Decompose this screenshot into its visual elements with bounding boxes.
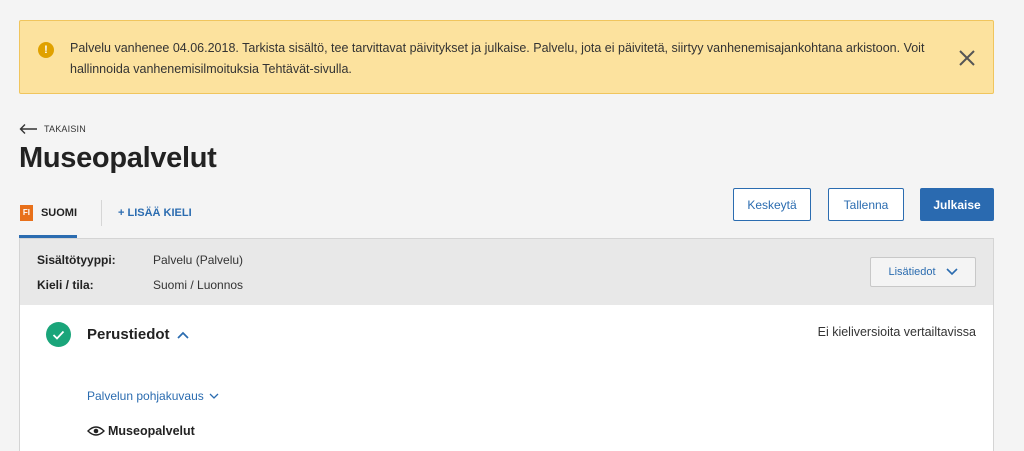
expiry-alert: ! Palvelu vanhenee 04.06.2018. Tarkista … bbox=[19, 20, 994, 94]
eye-icon bbox=[87, 426, 105, 436]
save-button[interactable]: Tallenna bbox=[828, 188, 904, 221]
tab-language-fi[interactable]: FI SUOMI bbox=[19, 197, 77, 238]
content-type-value: Palvelu (Palvelu) bbox=[153, 253, 244, 267]
section-toggle[interactable]: Perustiedot bbox=[87, 326, 189, 343]
content-type-label: Sisältötyyppi: bbox=[37, 253, 116, 267]
tab-divider bbox=[101, 200, 102, 226]
chevron-down-icon bbox=[209, 393, 219, 399]
service-description-toggle[interactable]: Palvelun pohjakuvaus bbox=[87, 389, 219, 403]
add-language-link[interactable]: + LISÄÄ KIELI bbox=[118, 207, 192, 219]
more-info-button[interactable]: Lisätiedot bbox=[870, 257, 976, 287]
close-icon[interactable] bbox=[958, 49, 976, 67]
language-state-label: Kieli / tila: bbox=[37, 278, 94, 292]
content-info-panel: Sisältötyyppi: Palvelu (Palvelu) Kieli /… bbox=[19, 238, 994, 306]
language-state-value: Suomi / Luonnos bbox=[153, 278, 244, 292]
language-compare-note: Ei kieliversioita vertailtavissa bbox=[817, 325, 976, 339]
back-link[interactable]: TAKAISIN bbox=[19, 122, 86, 136]
chevron-down-icon bbox=[945, 268, 958, 276]
alert-message: Palvelu vanhenee 04.06.2018. Tarkista si… bbox=[70, 41, 925, 76]
basic-info-section: Perustiedot Ei kieliversioita vertailtav… bbox=[19, 305, 994, 451]
section-title: Perustiedot bbox=[87, 326, 170, 343]
publish-button[interactable]: Julkaise bbox=[920, 188, 994, 221]
language-flag-icon: FI bbox=[20, 205, 33, 221]
warning-icon: ! bbox=[38, 42, 54, 58]
preview-text: Museopalvelut bbox=[108, 424, 195, 438]
arrow-left-icon bbox=[19, 124, 37, 134]
check-circle-icon bbox=[46, 322, 71, 347]
service-description-label: Palvelun pohjakuvaus bbox=[87, 389, 204, 403]
page-title: Museopalvelut bbox=[19, 142, 217, 174]
cancel-button[interactable]: Keskeytä bbox=[733, 188, 811, 221]
back-label: TAKAISIN bbox=[44, 124, 86, 134]
chevron-up-icon bbox=[176, 331, 189, 339]
preview-item: Museopalvelut bbox=[87, 424, 195, 438]
more-info-label: Lisätiedot bbox=[888, 266, 936, 278]
tab-language-label: SUOMI bbox=[40, 207, 77, 219]
